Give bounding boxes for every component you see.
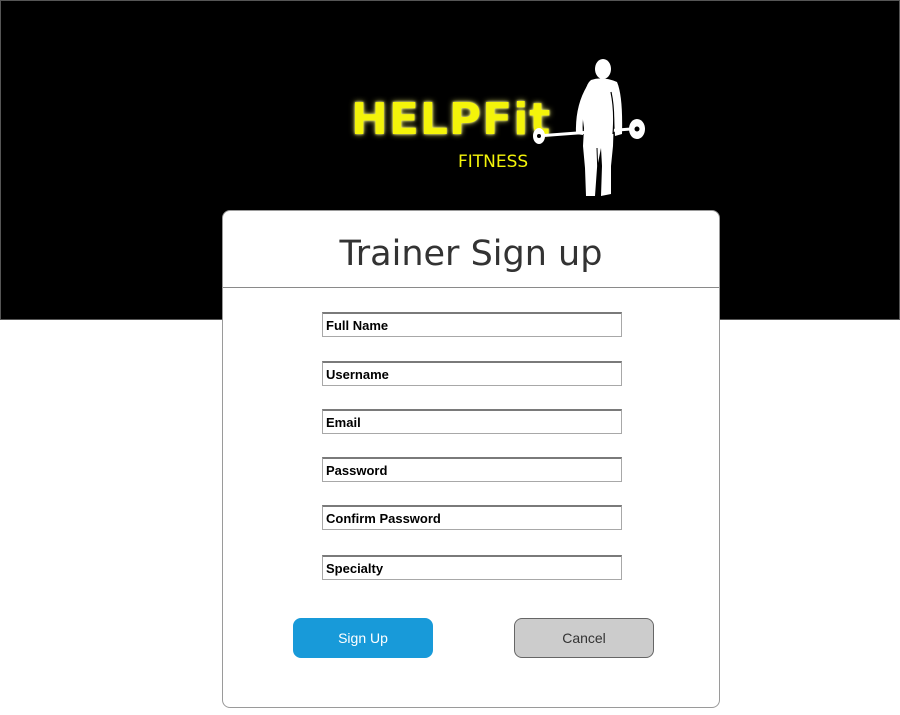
cancel-button[interactable]: Cancel xyxy=(514,618,654,658)
signup-card: Trainer Sign up Sign Up Cancel xyxy=(222,210,720,708)
full-name-field[interactable] xyxy=(322,312,622,337)
logo-tagline: FITNESS xyxy=(458,152,529,172)
helpfit-logo: HELPFit FITNESS xyxy=(346,56,656,201)
title-divider xyxy=(223,287,719,288)
sign-up-button[interactable]: Sign Up xyxy=(293,618,433,658)
weightlifter-icon xyxy=(533,59,645,196)
password-field[interactable] xyxy=(322,457,622,482)
username-field[interactable] xyxy=(322,361,622,386)
confirm-password-field[interactable] xyxy=(322,505,622,530)
logo-wordmark: HELPFit xyxy=(351,94,552,145)
specialty-field[interactable] xyxy=(322,555,622,580)
email-field[interactable] xyxy=(322,409,622,434)
page-title: Trainer Sign up xyxy=(339,234,603,274)
